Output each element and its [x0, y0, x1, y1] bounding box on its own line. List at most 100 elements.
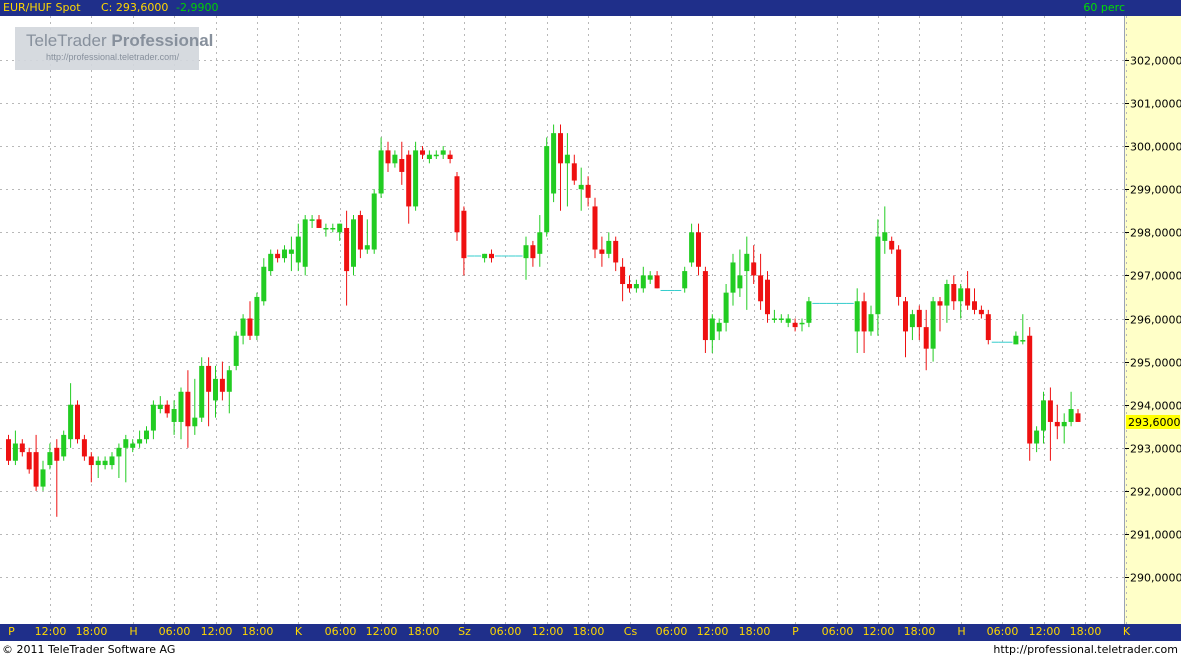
candles	[6, 124, 1081, 517]
candle-body	[854, 301, 860, 332]
candle-up	[716, 318, 722, 341]
candle-up	[1020, 314, 1026, 345]
logo-brand: TeleTrader	[26, 31, 107, 50]
candle-body	[620, 266, 626, 285]
candle-body	[40, 469, 46, 487]
candle-up	[744, 236, 750, 310]
candle-body	[689, 232, 695, 263]
candle-body	[282, 249, 287, 259]
time-axis[interactable]: P 12:00 18:00 H 06:00 12:00 18:00 K 06:00 12:00 18…	[0, 624, 1181, 641]
candle-body	[1020, 340, 1026, 342]
candle-up	[282, 245, 287, 263]
candle-body	[399, 159, 405, 172]
candle-up	[854, 288, 860, 353]
candle-body	[751, 262, 757, 276]
candle-body	[295, 236, 301, 263]
candle-up	[730, 253, 736, 306]
candle-up	[178, 387, 184, 440]
footer-url[interactable]: http://professional.teletrader.com	[993, 642, 1178, 658]
chart-window: EUR/HUF Spot C: 293,6000 -2,9900 60 perc…	[0, 0, 1181, 659]
candle-body	[461, 210, 467, 259]
candle-body	[903, 301, 908, 332]
candle-up	[364, 219, 370, 254]
candle-up	[330, 223, 336, 233]
time-tick-label: 12:00	[531, 625, 564, 638]
candle-up	[482, 253, 488, 263]
candle-body	[164, 404, 170, 414]
candle-down	[599, 236, 605, 267]
candle-up	[606, 232, 612, 259]
price-tick-label: 298,0000	[1130, 227, 1181, 240]
price-axis-labels: 290,0000 291,0000 292,0000 293,0000 294,0000…	[1125, 55, 1181, 585]
time-tick-label: Cs	[623, 625, 638, 638]
candle-up	[930, 296, 936, 362]
time-tick-label: 12:00	[200, 625, 233, 638]
candle-down	[54, 439, 60, 517]
candle-body	[12, 443, 18, 461]
candle-up	[309, 215, 315, 228]
candle-down	[702, 266, 708, 353]
candle-up	[199, 357, 205, 422]
copyright-text: © 2011 TeleTrader Software AG	[2, 643, 176, 656]
price-tick-label: 291,0000	[1130, 529, 1181, 542]
time-tick-label: 18:00	[572, 625, 605, 638]
candle-body	[406, 154, 412, 207]
candle-up	[709, 314, 715, 353]
candle-up	[1068, 391, 1074, 427]
candle-body	[47, 452, 53, 466]
candle-down	[399, 141, 405, 185]
candle-body	[1068, 409, 1074, 422]
candle-body	[482, 253, 488, 259]
candle-up	[564, 133, 570, 207]
candle-body	[268, 253, 274, 272]
candle-body	[861, 301, 867, 332]
candle-body	[578, 184, 584, 190]
instrument-name: EUR/HUF Spot	[3, 1, 81, 14]
candle-up	[288, 236, 294, 272]
candle-body	[599, 249, 605, 254]
candle-up	[150, 400, 156, 440]
candle-body	[330, 227, 336, 230]
candle-down	[978, 305, 984, 319]
candle-up	[109, 452, 115, 470]
candle-up	[771, 309, 777, 323]
candle-body	[19, 443, 25, 453]
candle-body	[951, 284, 957, 302]
candle-body	[447, 154, 453, 160]
candle-body	[716, 322, 722, 332]
candle-body	[771, 318, 777, 320]
candle-up	[47, 443, 53, 470]
candle-up	[958, 284, 964, 319]
last-price-label: 293,6000	[1128, 416, 1181, 429]
candlestick-chart: 290,0000 291,0000 292,0000 293,0000 294,0000…	[0, 16, 1181, 624]
candle-body	[489, 253, 494, 259]
time-tick-label: 12:00	[365, 625, 398, 638]
candle-body	[275, 253, 281, 259]
candle-body	[357, 215, 363, 250]
candle-up	[130, 439, 136, 453]
candle-down	[937, 296, 943, 332]
price-tick-label: 290,0000	[1130, 572, 1181, 585]
candle-up	[785, 314, 791, 328]
candle-down	[965, 271, 971, 310]
candle-body	[254, 296, 260, 336]
time-tick-label: H	[957, 625, 966, 638]
candle-down	[275, 249, 281, 263]
interval-label[interactable]: 60 perc	[1083, 1, 1125, 15]
time-tick-label: H	[129, 625, 138, 638]
candle-down	[385, 141, 391, 172]
candle-down	[571, 154, 577, 185]
candle-up	[523, 236, 529, 280]
candle-down	[1027, 327, 1033, 461]
candle-body	[302, 219, 308, 267]
footer: © 2011 TeleTrader Software AG http://pro…	[0, 641, 1181, 659]
candle-up	[689, 223, 695, 267]
candle-body	[1013, 335, 1019, 345]
candle-down	[420, 146, 425, 160]
candle-body	[571, 163, 577, 181]
candle-body	[958, 288, 964, 302]
time-tick-label: P	[8, 625, 15, 638]
candle-up	[40, 460, 46, 491]
candle-body	[426, 154, 432, 160]
candle-body	[551, 133, 557, 194]
